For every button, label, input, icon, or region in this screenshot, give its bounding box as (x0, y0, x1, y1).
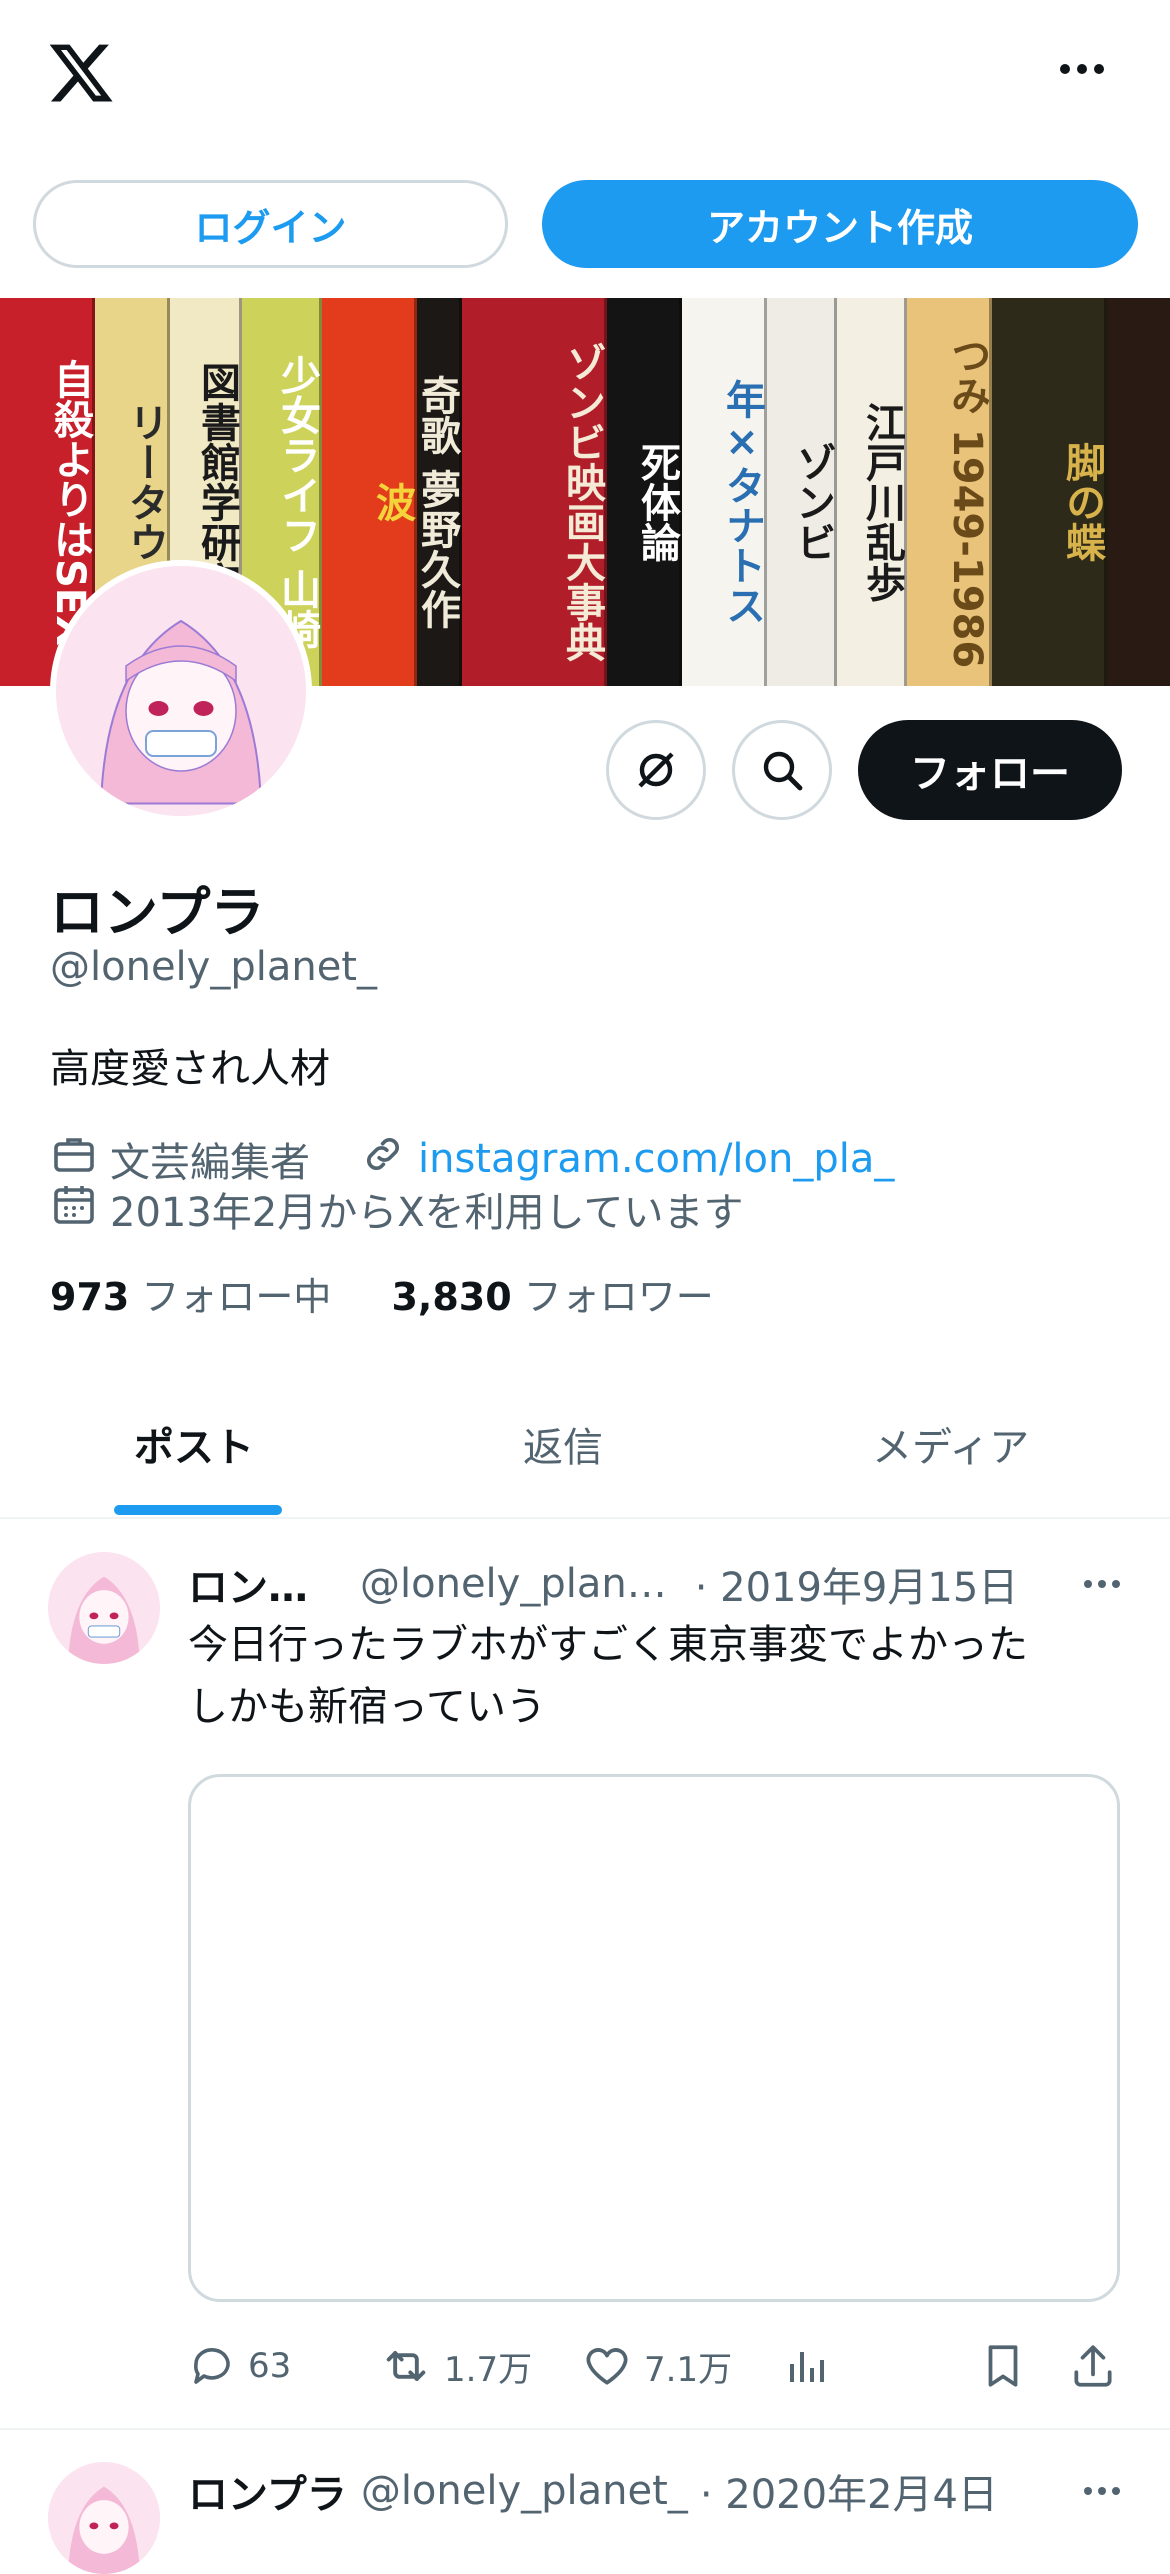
tab-posts[interactable]: ポスト (134, 1415, 254, 1473)
post-header: ロン… @lonely_plan… · 2019年9月15日 (188, 1555, 1120, 1613)
profile-name: ロンプラ (50, 881, 265, 944)
book-spine: 波 (322, 298, 417, 686)
notify-off-icon[interactable] (606, 720, 706, 820)
book-spine: ゾンビ (767, 298, 837, 686)
create-account-button[interactable]: アカウント作成 (542, 180, 1138, 268)
analytics-icon[interactable] (782, 2336, 830, 2396)
more-icon[interactable] (1060, 62, 1110, 76)
post-author-name[interactable]: ロン… (188, 1555, 308, 1613)
book-spine: ゾンビ映画大事典 (462, 298, 607, 686)
post-author-handle[interactable]: @lonely_plan… (360, 1561, 667, 1607)
profile-tabs: ポスト 返信 メディア (0, 1375, 1170, 1519)
book-spine: 奇歌 夢野久作 (414, 298, 462, 686)
book-spine: つみ 1949-1986 (907, 298, 992, 686)
post-actions: 63 1.7万 7.1万 (188, 2336, 1120, 2396)
followers-link[interactable]: 3,830 フォロワー (391, 1266, 713, 1321)
share-icon[interactable] (1068, 2336, 1118, 2396)
book-spine: 江戸川乱歩 (837, 298, 907, 686)
tab-replies[interactable]: 返信 (523, 1415, 603, 1473)
profile-joined: 2013年2月からXを利用しています (110, 1190, 744, 1236)
post-divider (0, 2428, 1170, 2430)
like-button[interactable]: 7.1万 (582, 2336, 732, 2396)
calendar-icon (50, 1180, 98, 1238)
book-spine: 死体論 (607, 298, 682, 686)
profile-handle: @lonely_planet_ (50, 944, 377, 990)
post-author-name[interactable]: ロンプラ (188, 2462, 347, 2520)
tab-media[interactable]: メディア (872, 1415, 1029, 1473)
post-avatar[interactable] (48, 2462, 160, 2574)
post-more-icon[interactable] (1084, 2487, 1120, 2495)
reply-button[interactable]: 63 (188, 2336, 291, 2396)
follow-button[interactable]: フォロー (858, 720, 1122, 820)
post-avatar[interactable] (48, 1552, 160, 1664)
login-button[interactable]: ログイン (33, 180, 508, 268)
link-icon (360, 1131, 406, 1187)
profile-avatar[interactable] (50, 560, 312, 822)
post-date[interactable]: · 2020年2月4日 (700, 2462, 998, 2520)
post-more-icon[interactable] (1084, 1580, 1120, 1588)
book-spine: 年×タナトス (682, 298, 767, 686)
post-date[interactable]: · 2019年9月15日 (695, 1555, 1019, 1613)
bookmark-icon[interactable] (978, 2336, 1028, 2396)
active-tab-indicator (114, 1505, 282, 1515)
profile-joined-row: 2013年2月からXを利用しています (50, 1180, 743, 1238)
profile-bio: 高度愛され人材 (50, 1046, 330, 1092)
book-spine: 脚の蝶 (992, 298, 1107, 686)
post-media[interactable] (188, 1774, 1120, 2302)
post-author-handle[interactable]: @lonely_planet_ (361, 2468, 688, 2514)
follow-counts: 973 フォロー中 3,830 フォロワー (50, 1266, 714, 1321)
search-icon[interactable] (732, 720, 832, 820)
following-link[interactable]: 973 フォロー中 (50, 1266, 331, 1321)
x-logo-icon[interactable] (46, 38, 116, 108)
profile-link[interactable]: instagram.com/lon_pla_ (418, 1136, 894, 1182)
post-header: ロンプラ @lonely_planet_ · 2020年2月4日 (188, 2462, 1120, 2520)
post-text: 今日行ったラブホがすごく東京事変でよかった しかも新宿っていう (188, 1622, 1028, 1730)
repost-button[interactable]: 1.7万 (380, 2336, 532, 2396)
